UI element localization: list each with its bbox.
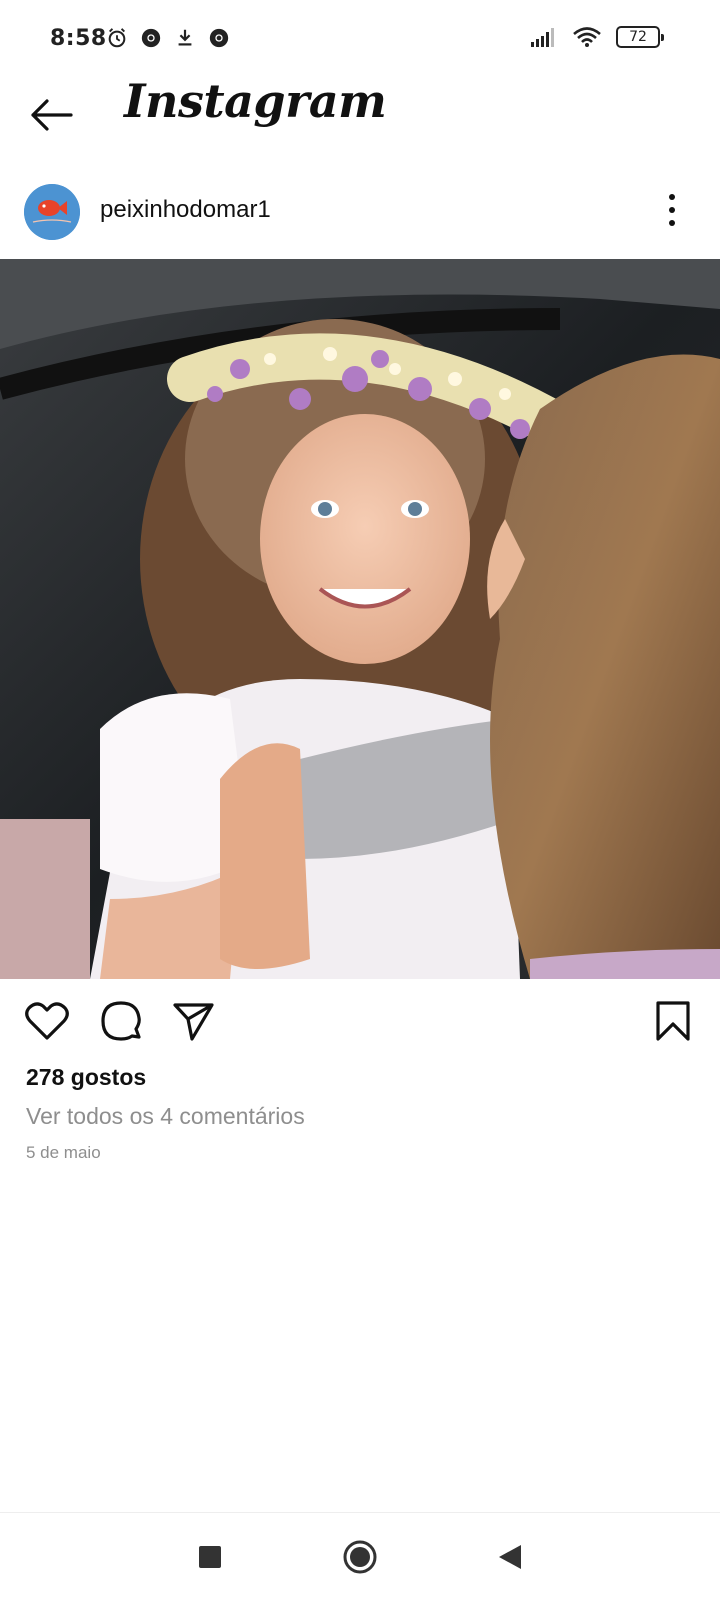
status-system-icons: 72 [530,26,664,48]
signal-icon [531,28,554,47]
chrome-icon [141,28,161,48]
post-header: peixinhodomar1 [0,172,720,252]
likes-count[interactable]: 278 gostos [26,1064,146,1091]
comment-icon [101,1001,141,1041]
status-bar: 8:58 72 [0,0,720,80]
save-button[interactable] [650,998,696,1044]
share-button[interactable] [170,998,216,1044]
back-triangle-icon [499,1545,521,1569]
status-notification-icons [106,27,230,49]
heart-icon [25,1002,69,1040]
alarm-icon [108,28,126,48]
wifi-icon [573,27,601,47]
more-options-button[interactable] [660,190,684,230]
home-circle-icon [343,1540,377,1574]
chrome-icon [209,28,229,48]
dot-icon [669,207,675,213]
battery-icon: 72 [616,26,664,48]
status-time: 8:58 [50,26,107,51]
dot-icon [669,194,675,200]
dot-icon [669,220,675,226]
comment-button[interactable] [98,998,144,1044]
battery-level: 72 [629,29,647,45]
instagram-logo: Instagram [124,74,387,128]
home-button[interactable] [334,1531,386,1583]
like-button[interactable] [24,998,70,1044]
send-icon [173,1003,214,1041]
fish-logo-icon [24,184,80,240]
avatar[interactable] [24,184,80,240]
recents-button[interactable] [184,1531,236,1583]
post-username[interactable]: peixinhodomar1 [100,196,271,224]
app-header: Instagram [0,70,720,160]
recents-square-icon [199,1546,221,1568]
download-icon [178,29,192,46]
back-button[interactable] [26,90,76,140]
bookmark-icon [656,1001,690,1041]
view-comments-link[interactable]: Ver todos os 4 comentários [26,1103,305,1130]
back-arrow-icon [31,99,73,131]
system-back-button[interactable] [484,1531,536,1583]
post-actions [0,990,720,1050]
photo-girl-flower-crown [0,259,720,979]
post-photo[interactable] [0,259,720,979]
post-date: 5 de maio [26,1143,101,1162]
system-nav-bar [0,1512,720,1600]
